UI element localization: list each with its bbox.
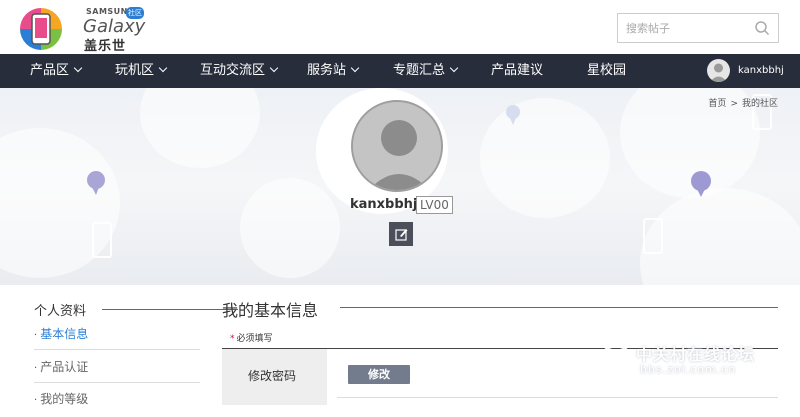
- sidebar-item-label: 基本信息: [40, 327, 89, 341]
- zol-watermark: 中关村在线论坛 bbs.zol.com.cn: [596, 338, 796, 388]
- logo-chinese-text: 盖乐世: [84, 39, 127, 54]
- level-badge[interactable]: LV00: [416, 196, 453, 214]
- banner-decoration: [480, 98, 610, 218]
- chevron-down-icon: [269, 63, 279, 73]
- chat-bubble-icon: [691, 171, 711, 197]
- banner-decoration: [640, 188, 800, 285]
- sidebar-item-label: 产品认证: [40, 360, 89, 374]
- bullet-icon: ·: [34, 363, 38, 374]
- profile-avatar[interactable]: [351, 100, 443, 192]
- zol-logo-icon: [598, 344, 634, 380]
- divider: [340, 307, 778, 308]
- search-box: [617, 13, 779, 43]
- logo-galaxy-text: Galaxy: [83, 16, 146, 37]
- nav-item-interaction[interactable]: 互动交流区: [200, 54, 279, 88]
- nav-item-suggestions[interactable]: 产品建议: [491, 54, 543, 88]
- sidebar-item-label: 我的等级: [40, 392, 89, 406]
- banner-decoration: [240, 178, 340, 278]
- divider: [337, 397, 778, 398]
- bullet-icon: ·: [34, 395, 38, 406]
- watermark-url: bbs.zol.com.cn: [640, 363, 737, 376]
- required-star: *: [230, 334, 235, 344]
- watermark-title: 中关村在线论坛: [636, 345, 756, 364]
- chevron-down-icon: [158, 63, 168, 73]
- modify-password-button[interactable]: 修改: [348, 365, 410, 384]
- chevron-down-icon: [449, 63, 459, 73]
- main-nav: 产品区 玩机区 互动交流区 服务站 专题汇总 产品建议 星校园 kanxbbhj: [0, 54, 800, 88]
- default-avatar-icon: [353, 102, 441, 190]
- bullet-icon: ·: [34, 330, 38, 341]
- user-name[interactable]: kanxbbhj: [738, 54, 784, 88]
- sidebar-title: 个人资料: [34, 304, 87, 319]
- chevron-down-icon: [350, 63, 360, 73]
- banner-decoration: [140, 88, 260, 168]
- search-input[interactable]: [618, 14, 748, 42]
- profile-name: kanxbbhj: [350, 197, 418, 212]
- breadcrumb-home[interactable]: 首页: [708, 99, 726, 109]
- nav-item-topics[interactable]: 专题汇总: [393, 54, 459, 88]
- nav-item-play[interactable]: 玩机区: [115, 54, 168, 88]
- chat-bubble-icon: [506, 105, 520, 125]
- page-title: 我的基本信息: [222, 301, 319, 320]
- logo-community-badge: 社区: [126, 7, 144, 19]
- divider: [102, 309, 238, 310]
- edit-icon: [395, 229, 408, 241]
- required-note-text: 必须填写: [236, 334, 273, 344]
- user-avatar-icon: [710, 63, 727, 82]
- galaxy-logo[interactable]: SAMSUNG Galaxy 社区 盖乐世: [18, 4, 148, 54]
- required-note: * 必须填写: [230, 331, 273, 344]
- sidebar-item-basic-info[interactable]: · 基本信息: [34, 318, 200, 350]
- sidebar-item-product-auth[interactable]: · 产品认证: [34, 351, 200, 383]
- nav-item-label: 产品区: [30, 63, 70, 78]
- nav-item-campus[interactable]: 星校园: [587, 54, 626, 88]
- nav-item-label: 互动交流区: [200, 63, 266, 78]
- phone-icon: [92, 222, 112, 258]
- nav-item-label: 星校园: [587, 63, 627, 78]
- nav-item-label: 产品建议: [491, 63, 544, 78]
- breadcrumb-separator: >: [730, 99, 738, 109]
- chat-bubble-icon: [87, 171, 105, 195]
- search-icon[interactable]: [754, 20, 770, 36]
- breadcrumb-current[interactable]: 我的社区: [742, 99, 778, 109]
- nav-item-label: 玩机区: [115, 63, 155, 78]
- nav-item-label: 专题汇总: [393, 63, 446, 78]
- nav-item-service[interactable]: 服务站: [307, 54, 360, 88]
- sidebar-item-my-level[interactable]: · 我的等级: [34, 383, 200, 415]
- header: SAMSUNG Galaxy 社区 盖乐世: [0, 0, 800, 54]
- sidebar-header: 个人资料: [34, 300, 238, 319]
- user-avatar[interactable]: [707, 59, 730, 82]
- nav-item-products[interactable]: 产品区: [30, 54, 83, 88]
- galaxy-logo-icon: [20, 8, 62, 50]
- phone-icon: [643, 218, 663, 254]
- nav-item-label: 服务站: [307, 63, 347, 78]
- password-label: 修改密码: [248, 369, 297, 383]
- chevron-down-icon: [73, 63, 83, 73]
- edit-profile-button[interactable]: [389, 222, 413, 246]
- breadcrumb: 首页 > 我的社区: [706, 96, 780, 109]
